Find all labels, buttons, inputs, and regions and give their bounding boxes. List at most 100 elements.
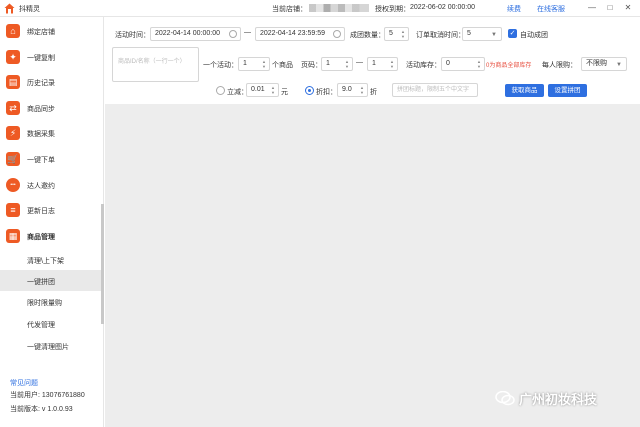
sidebar-item-label: 一键复制 bbox=[27, 55, 55, 62]
stepper-arrows-icon[interactable]: ▲ ▼ bbox=[344, 59, 350, 69]
start-time-value: 2022-04-14 00:00:00 bbox=[155, 30, 220, 37]
lightning-icon: ⚡ bbox=[6, 126, 20, 140]
sidebar-item-label: 更新日志 bbox=[27, 208, 55, 215]
stepper-arrows-icon[interactable]: ▲ ▼ bbox=[359, 85, 365, 95]
expire-label: 授权到期： bbox=[375, 6, 410, 13]
stock-stepper[interactable]: 0 ▲ ▼ bbox=[441, 57, 485, 71]
page-from-stepper[interactable]: 1 ▲ ▼ bbox=[321, 57, 353, 71]
sidebar-item-label: 商品管理 bbox=[27, 234, 55, 241]
sidebar-subitem-group-buy[interactable]: 一键拼团 bbox=[0, 270, 104, 291]
watermark-text: 广州初妆科技 bbox=[519, 392, 598, 407]
stepper-arrows-icon[interactable]: ▲ ▼ bbox=[389, 59, 395, 69]
stepper-arrows-icon[interactable]: ▲ ▼ bbox=[270, 85, 276, 95]
page-to-value: 1 bbox=[372, 60, 376, 67]
sidebar-subitem-label: 代发管理 bbox=[27, 322, 55, 329]
page-to-stepper[interactable]: 1 ▲ ▼ bbox=[367, 57, 398, 71]
cancel-time-select[interactable]: 5 ▼ bbox=[462, 27, 502, 41]
discount-label: 折扣： bbox=[316, 89, 337, 96]
limit-value: 不限购 bbox=[586, 60, 607, 67]
end-time-value: 2022-04-14 23:59:59 bbox=[260, 30, 325, 37]
sidebar-subitem-clean-shelf[interactable]: 清理\上下架 bbox=[0, 249, 104, 270]
sidebar-item-product-sync[interactable]: ⇄ 商品同步 bbox=[0, 96, 104, 120]
sync-icon: ⇄ bbox=[6, 101, 20, 115]
stepper-arrows-icon[interactable]: ▲ ▼ bbox=[400, 29, 406, 39]
discount-radio[interactable] bbox=[305, 86, 314, 95]
sidebar-subitem-limited-purchase[interactable]: 限时限量购 bbox=[0, 291, 104, 312]
results-area bbox=[105, 104, 640, 427]
sidebar-item-label: 达人邀约 bbox=[27, 183, 55, 190]
store-icon: ⌂ bbox=[6, 24, 20, 38]
product-id-placeholder: 商品ID/名称（一行一个） bbox=[118, 59, 186, 65]
yuan-unit: 元 bbox=[281, 89, 288, 96]
main-panel: 活动时间： 2022-04-14 00:00:00 — 2022-04-14 2… bbox=[105, 17, 640, 427]
cancel-time-label: 订单取消时间： bbox=[416, 32, 465, 39]
close-icon[interactable]: ✕ bbox=[622, 2, 634, 14]
discount-unit: 折 bbox=[370, 89, 377, 96]
clock-icon bbox=[333, 30, 341, 38]
limit-label: 每人限购： bbox=[542, 62, 577, 69]
discount-value: 9.0 bbox=[342, 86, 352, 93]
sidebar-item-label: 一键下单 bbox=[27, 157, 55, 164]
auto-group-label: 自动成团 bbox=[520, 32, 548, 39]
sidebar-item-bind-store[interactable]: ⌂ 绑定店铺 bbox=[0, 19, 104, 43]
auto-group-checkbox[interactable]: ✓ bbox=[508, 29, 517, 38]
group-buy-form: 活动时间： 2022-04-14 00:00:00 — 2022-04-14 2… bbox=[105, 17, 640, 104]
minimize-icon[interactable]: — bbox=[586, 2, 598, 14]
faq-link[interactable]: 常见问题 bbox=[10, 378, 38, 388]
app-logo-icon bbox=[4, 3, 15, 14]
sidebar-item-influencer-invite[interactable]: ••• 达人邀约 bbox=[0, 173, 104, 197]
sidebar-item-label: 数据采集 bbox=[27, 131, 55, 138]
sidebar-item-product-manage[interactable]: ▦ 商品管理 bbox=[0, 224, 104, 248]
watermark: 广州初妆科技 bbox=[495, 389, 635, 409]
sidebar-item-changelog[interactable]: ≡ 更新日志 bbox=[0, 198, 104, 222]
renew-link[interactable]: 续费 bbox=[507, 4, 521, 14]
current-version: 当前版本: v 1.0.0.93 bbox=[10, 406, 73, 413]
expire-value: 2022-06-02 00:00:00 bbox=[410, 4, 475, 11]
sidebar-subitem-label: 限时限量购 bbox=[27, 300, 62, 307]
instant-discount-value: 0.01 bbox=[251, 86, 265, 93]
set-group-buy-button[interactable]: 设置拼团 bbox=[548, 84, 587, 97]
sidebar-item-data-collect[interactable]: ⚡ 数据采集 bbox=[0, 121, 104, 145]
stepper-arrows-icon[interactable]: ▲ ▼ bbox=[476, 59, 482, 69]
product-unit-label: 个商品 bbox=[272, 62, 293, 69]
sidebar-subitem-label: 一键清理图片 bbox=[27, 344, 69, 351]
fetch-products-button[interactable]: 获取商品 bbox=[505, 84, 544, 97]
chevron-down-icon: ▼ bbox=[491, 32, 497, 38]
stock-label: 活动库存： bbox=[406, 62, 441, 69]
sidebar-subitem-clean-images[interactable]: 一键清理图片 bbox=[0, 335, 104, 356]
discount-input[interactable]: 9.0 ▲ ▼ bbox=[337, 83, 368, 97]
chat-dots-icon: ••• bbox=[6, 178, 20, 192]
sidebar-scrollbar[interactable] bbox=[101, 204, 104, 324]
stock-hint: 0为商品全部库存 bbox=[486, 63, 532, 69]
online-service-link[interactable]: 在线客服 bbox=[537, 4, 565, 14]
sidebar-item-history[interactable]: ▤ 历史记录 bbox=[0, 70, 104, 94]
sidebar-item-label: 历史记录 bbox=[27, 80, 55, 87]
page-label: 页码： bbox=[301, 62, 322, 69]
chevron-down-icon: ▼ bbox=[616, 62, 622, 68]
sidebar-item-one-click-order[interactable]: 🛒 一键下单 bbox=[0, 147, 104, 171]
title-bar: 抖精灵 当前店铺： 授权到期： 2022-06-02 00:00:00 续费 在… bbox=[0, 0, 640, 17]
page-range-dash: — bbox=[356, 59, 363, 66]
sidebar-subitem-dropship[interactable]: 代发管理 bbox=[0, 313, 104, 334]
sidebar-item-one-click-copy[interactable]: ✦ 一键复制 bbox=[0, 45, 104, 69]
app-title: 抖精灵 bbox=[19, 6, 40, 13]
activity-time-label: 活动时间： bbox=[115, 32, 150, 39]
maximize-icon[interactable]: □ bbox=[604, 2, 616, 14]
per-activity-value: 1 bbox=[243, 60, 247, 67]
per-activity-stepper[interactable]: 1 ▲ ▼ bbox=[238, 57, 270, 71]
cart-icon: 🛒 bbox=[6, 152, 20, 166]
stepper-arrows-icon[interactable]: ▲ ▼ bbox=[261, 59, 267, 69]
group-count-stepper[interactable]: 5 ▲ ▼ bbox=[384, 27, 409, 41]
time-range-dash: — bbox=[244, 29, 251, 36]
wechat-icon bbox=[495, 391, 515, 406]
sidebar-subitem-label: 一键拼团 bbox=[27, 279, 55, 286]
start-time-input[interactable]: 2022-04-14 00:00:00 bbox=[150, 27, 241, 41]
product-id-textarea[interactable]: 商品ID/名称（一行一个） bbox=[112, 47, 199, 82]
instant-discount-radio[interactable] bbox=[216, 86, 225, 95]
end-time-input[interactable]: 2022-04-14 23:59:59 bbox=[255, 27, 345, 41]
current-user: 当前用户: 13076761880 bbox=[10, 392, 85, 399]
limit-select[interactable]: 不限购 ▼ bbox=[581, 57, 627, 71]
one-activity-label: 一个活动： bbox=[203, 62, 238, 69]
instant-discount-input[interactable]: 0.01 ▲ ▼ bbox=[246, 83, 279, 97]
group-title-input[interactable]: 拼团标题，限制五个中文字 bbox=[392, 83, 478, 97]
